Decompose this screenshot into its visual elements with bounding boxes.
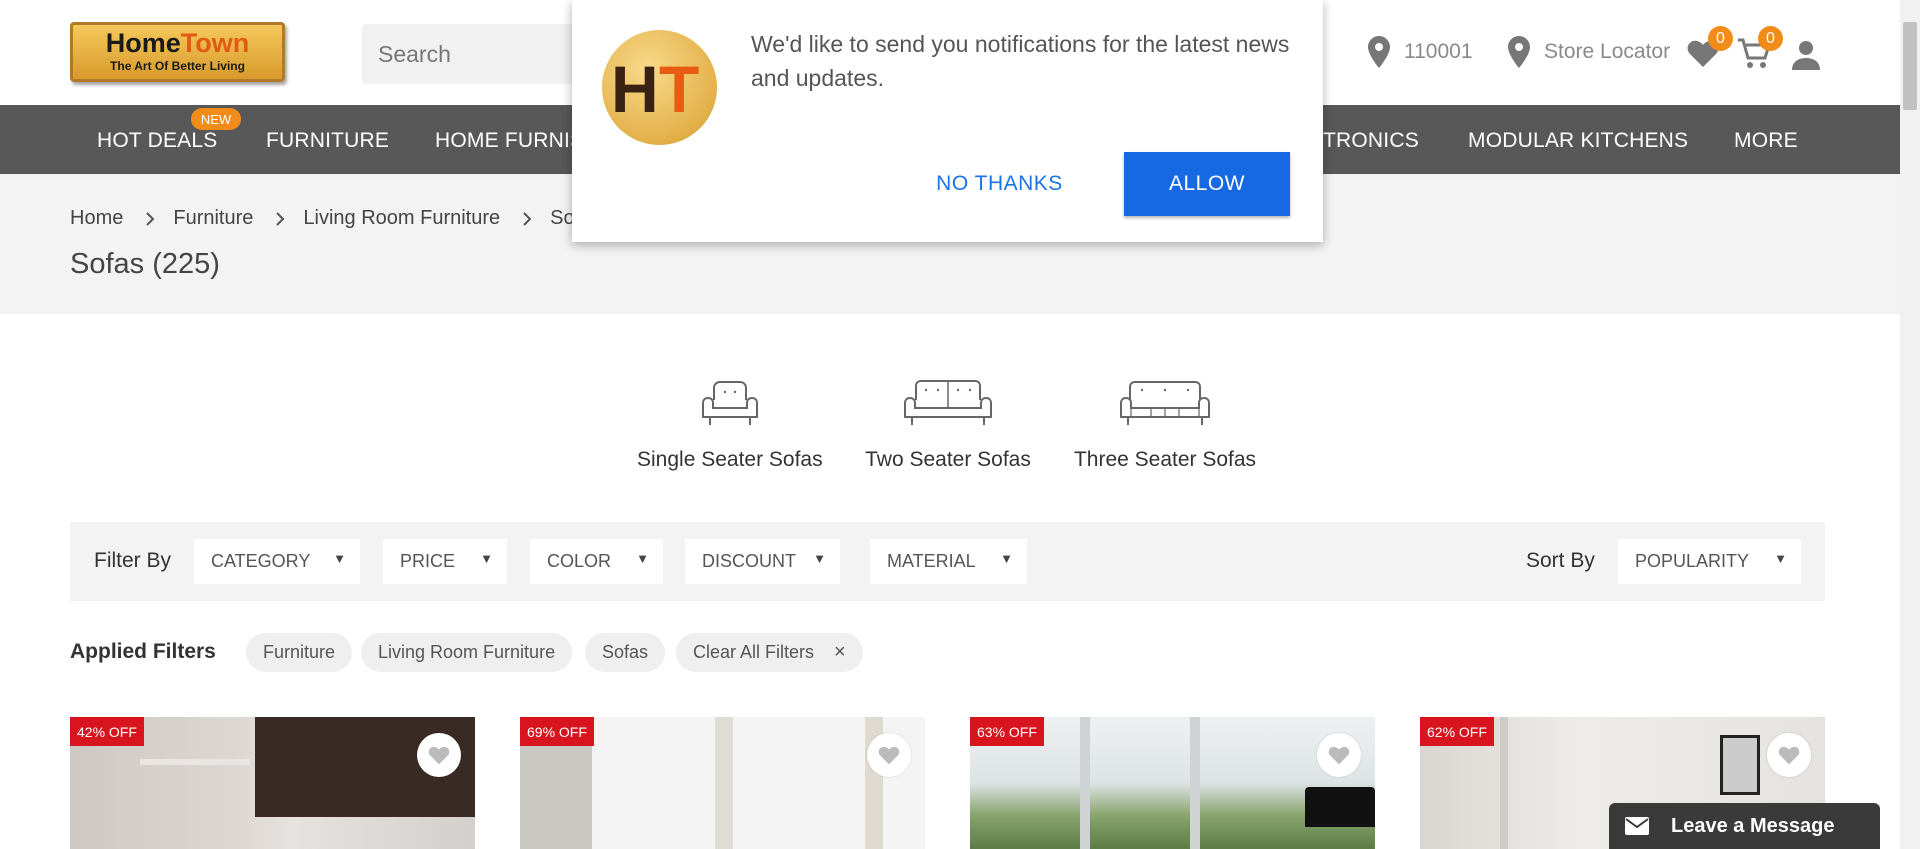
filter-price-dropdown[interactable]: PRICE ▼ <box>383 539 507 584</box>
nav-item-home-furnishings[interactable]: HOME FURNIS <box>435 129 584 153</box>
store-locator-link[interactable]: Store Locator <box>1508 30 1670 74</box>
new-badge: NEW <box>191 108 241 130</box>
filter-material-dropdown[interactable]: MATERIAL ▼ <box>870 539 1027 584</box>
caret-down-icon: ▼ <box>1000 551 1013 566</box>
filter-discount-dropdown[interactable]: DISCOUNT ▼ <box>685 539 840 584</box>
scrollbar-thumb[interactable] <box>1903 22 1917 110</box>
heart-icon <box>1778 746 1800 765</box>
heart-icon <box>878 746 900 765</box>
product-image-lamp <box>1305 787 1375 827</box>
product-image-window <box>1190 717 1200 849</box>
location-pin-icon <box>1508 36 1530 68</box>
wishlist-count-badge: 0 <box>1708 26 1733 51</box>
no-thanks-button[interactable]: NO THANKS <box>917 152 1082 216</box>
leave-message-widget[interactable]: Leave a Message <box>1609 803 1880 849</box>
two-seater-sofa-icon <box>904 380 992 425</box>
breadcrumb-sofas: So <box>550 207 575 229</box>
discount-badge: 62% OFF <box>1420 717 1494 746</box>
notification-message: We'd like to send you notifications for … <box>751 31 1290 91</box>
caret-down-icon: ▼ <box>813 551 826 566</box>
category-three-seater[interactable]: Three Seater Sofas <box>1072 380 1258 472</box>
hometown-logo[interactable]: HomeTown The Art Of Better Living <box>70 22 285 82</box>
category-label: Three Seater Sofas <box>1073 448 1257 471</box>
applied-filters-label: Applied Filters <box>70 640 216 663</box>
caret-down-icon: ▼ <box>636 551 649 566</box>
page-scrollbar[interactable] <box>1900 0 1920 849</box>
product-card[interactable]: 42% OFF <box>70 717 475 849</box>
leave-message-label: Leave a Message <box>1671 814 1835 837</box>
wishlist-toggle[interactable] <box>417 733 461 777</box>
clear-all-label: Clear All Filters <box>693 642 815 662</box>
close-icon: × <box>834 641 846 663</box>
category-single-seater[interactable]: Single Seater Sofas <box>637 380 823 472</box>
chevron-right-icon <box>275 211 285 227</box>
product-image-window <box>1500 717 1508 849</box>
product-card[interactable]: 63% OFF <box>970 717 1375 849</box>
nav-item-hot-deals[interactable]: HOT DEALS <box>97 129 217 153</box>
filter-bar: Filter By CATEGORY ▼ PRICE ▼ COLOR ▼ DISCOU… <box>70 522 1825 601</box>
discount-badge: 42% OFF <box>70 717 144 746</box>
location-pin-icon <box>1368 36 1390 68</box>
breadcrumb-living-room-furniture[interactable]: Living Room Furniture <box>303 207 500 230</box>
filter-color-dropdown[interactable]: COLOR ▼ <box>530 539 663 584</box>
logo-wordmark: HomeTown <box>105 28 250 58</box>
discount-badge: 63% OFF <box>970 717 1044 746</box>
category-label: Two Seater Sofas <box>865 448 1031 471</box>
breadcrumb-home[interactable]: Home <box>70 207 123 230</box>
clear-all-filters-button[interactable]: Clear All Filters × <box>676 633 863 672</box>
sort-by-label: Sort By <box>1526 549 1595 572</box>
pincode-text: 110001 <box>1404 40 1473 63</box>
store-locator-label: Store Locator <box>1544 40 1671 63</box>
nav-item-modular-kitchens[interactable]: MODULAR KITCHENS <box>1468 129 1688 153</box>
category-label: Single Seater Sofas <box>637 448 823 471</box>
user-icon <box>1792 41 1820 70</box>
filter-by-label: Filter By <box>94 549 172 572</box>
nav-item-electronics[interactable]: TRONICS <box>1323 129 1419 153</box>
category-two-seater[interactable]: Two Seater Sofas <box>858 380 1038 472</box>
product-image-frame <box>1720 735 1760 795</box>
nav-item-furniture[interactable]: FURNITURE <box>266 129 389 153</box>
filter-category-dropdown[interactable]: CATEGORY ▼ <box>194 539 360 584</box>
caret-down-icon: ▼ <box>333 551 346 566</box>
heart-icon <box>1328 746 1350 765</box>
allow-button[interactable]: ALLOW <box>1124 152 1290 216</box>
product-image-shelf <box>140 759 250 765</box>
single-seater-sofa-icon <box>701 381 758 425</box>
breadcrumb: Home Furniture Living Room Furniture So <box>70 207 575 230</box>
product-card[interactable]: 69% OFF <box>520 717 925 849</box>
applied-filter-chip[interactable]: Furniture <box>246 633 353 672</box>
chevron-right-icon <box>522 211 532 227</box>
breadcrumb-furniture[interactable]: Furniture <box>173 207 253 230</box>
nav-item-more[interactable]: MORE <box>1734 129 1798 153</box>
caret-down-icon: ▼ <box>480 551 493 566</box>
applied-filter-chip[interactable]: Living Room Furniture <box>361 633 573 672</box>
wishlist-toggle[interactable] <box>1317 733 1361 777</box>
three-seater-sofa-icon <box>1120 381 1210 425</box>
chevron-right-icon <box>145 211 155 227</box>
notification-permission-dialog: H T We'd like to send you notifications … <box>572 0 1323 242</box>
sort-by-dropdown[interactable]: POPULARITY ▼ <box>1618 539 1801 584</box>
wishlist-toggle[interactable] <box>1767 733 1811 777</box>
wishlist-toggle[interactable] <box>867 733 911 777</box>
envelope-icon <box>1625 817 1649 835</box>
wishlist-button[interactable]: 0 <box>1687 26 1733 72</box>
cart-count-badge: 0 <box>1758 26 1783 51</box>
page-title: Sofas (225) <box>70 248 220 280</box>
pincode-selector[interactable]: 110001 <box>1368 30 1473 74</box>
discount-badge: 69% OFF <box>520 717 594 746</box>
product-image-window <box>1080 717 1090 849</box>
account-button[interactable] <box>1792 32 1828 72</box>
applied-filter-chip[interactable]: Sofas <box>585 633 666 672</box>
caret-down-icon: ▼ <box>1774 551 1787 566</box>
heart-icon <box>428 746 450 765</box>
product-image-frame <box>715 717 733 849</box>
cart-button[interactable]: 0 <box>1737 26 1783 72</box>
hometown-ht-logo: H T <box>602 30 717 145</box>
logo-tagline: The Art Of Better Living <box>110 59 245 73</box>
